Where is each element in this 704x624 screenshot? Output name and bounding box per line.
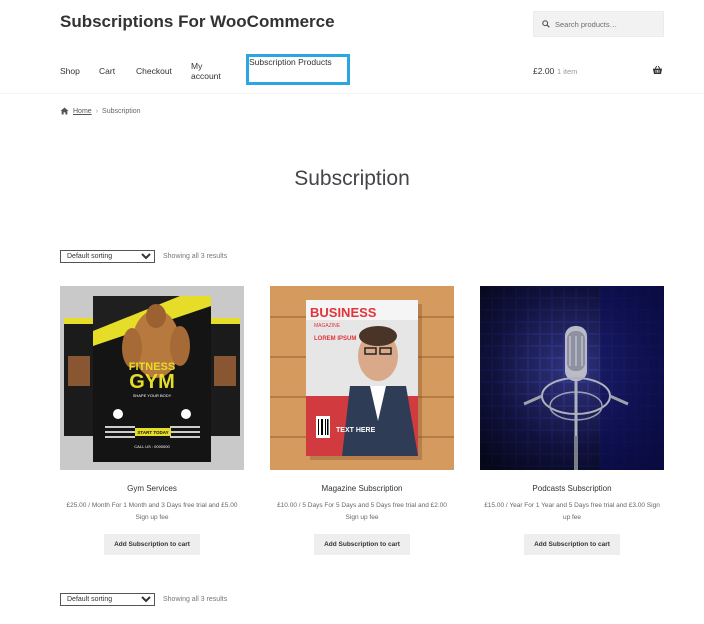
product-price: £10.00 / 5 Days For 5 Days and 5 Days fr…: [277, 502, 447, 521]
breadcrumb-separator: ›: [95, 107, 99, 115]
cart-total[interactable]: £2.00: [533, 66, 554, 76]
header-divider: [0, 93, 704, 94]
nav-item-checkout[interactable]: Checkout: [136, 66, 172, 76]
basket-icon[interactable]: [652, 65, 663, 75]
product-price: £25.00 / Month For 1 Month and 3 Days fr…: [66, 502, 238, 521]
gym-image-tagline: SHAPE YOUR BODY: [133, 393, 172, 398]
nav-item-cart[interactable]: Cart: [99, 66, 115, 76]
magazine-image-masthead: BUSINESS: [310, 305, 377, 320]
page-title: Subscription: [294, 167, 410, 190]
product-card-gym: FITNESS GYM SHAPE YOUR BODY START TODAY …: [60, 286, 244, 555]
search-box[interactable]: [533, 11, 664, 37]
product-image-gym[interactable]: FITNESS GYM SHAPE YOUR BODY START TODAY …: [60, 286, 244, 470]
nav-item-subscription-products[interactable]: Subscription Products: [246, 54, 350, 85]
product-title[interactable]: Gym Services: [60, 484, 244, 493]
product-title[interactable]: Magazine Subscription: [270, 484, 454, 493]
gym-image-call: CALL US : 0000000: [134, 444, 170, 449]
sorting-select[interactable]: Default sorting: [60, 593, 155, 606]
breadcrumb-home-link[interactable]: Home: [73, 108, 92, 115]
result-count: Showing all 3 results: [163, 253, 228, 260]
add-subscription-to-cart-button[interactable]: Add Subscription to cart: [524, 534, 620, 555]
search-icon: [542, 20, 550, 28]
add-subscription-to-cart-button[interactable]: Add Subscription to cart: [104, 534, 200, 555]
search-input[interactable]: [555, 19, 660, 29]
magazine-image-feature: TEXT HERE: [336, 427, 376, 434]
site-title[interactable]: Subscriptions For WooCommerce: [60, 12, 335, 32]
product-title[interactable]: Podcasts Subscription: [480, 484, 664, 493]
product-image-podcasts[interactable]: [480, 286, 664, 470]
ordering-bar-bottom: Default sorting Showing all 3 results: [60, 593, 227, 606]
gym-image-line2: GYM: [129, 371, 175, 393]
magazine-image-headline: LOREM IPSUM: [314, 336, 356, 342]
home-icon: [60, 107, 69, 115]
breadcrumb: Home › Subscription: [60, 107, 141, 115]
result-count: Showing all 3 results: [163, 596, 228, 603]
cart-count[interactable]: 1 item: [557, 67, 577, 76]
product-price: £15.00 / Year For 1 Year and 5 Days free…: [484, 502, 660, 521]
nav-item-my-account[interactable]: My account: [191, 61, 221, 81]
breadcrumb-current: Subscription: [102, 107, 141, 115]
product-card-podcasts: Podcasts Subscription £15.00 / Year For …: [480, 286, 664, 555]
gym-image-cta: START TODAY: [137, 430, 168, 435]
product-card-magazine: BUSINESS MAGAZINE LOREM IPSUM TEXT HERE …: [270, 286, 454, 555]
ordering-bar-top: Default sorting Showing all 3 results: [60, 250, 227, 263]
sorting-select[interactable]: Default sorting: [60, 250, 155, 263]
nav-item-shop[interactable]: Shop: [60, 66, 80, 76]
product-image-magazine[interactable]: BUSINESS MAGAZINE LOREM IPSUM TEXT HERE: [270, 286, 454, 470]
add-subscription-to-cart-button[interactable]: Add Subscription to cart: [314, 534, 410, 555]
magazine-image-sub: MAGAZINE: [314, 323, 341, 329]
